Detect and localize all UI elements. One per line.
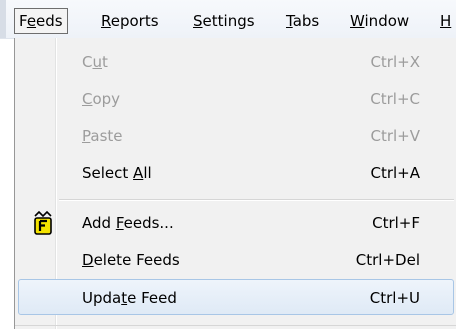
menu-tabs-post: abs (292, 12, 320, 30)
label-pre: Select (82, 164, 134, 182)
menu-item-copy[interactable]: Copy Ctrl+C (18, 81, 454, 117)
menu-feeds-post: eds (36, 12, 63, 30)
label-pre: Add (82, 214, 116, 232)
menu-bottom-edge (15, 325, 456, 330)
menu-help[interactable]: H (436, 9, 455, 33)
menu-item-shortcut: Ctrl+A (370, 164, 420, 182)
menu-item-label: Delete Feeds (82, 242, 180, 278)
menu-item-delete-feeds[interactable]: Delete Feeds Ctrl+Del (18, 242, 454, 278)
menu-separator (59, 199, 454, 201)
label-post: elete Feeds (93, 251, 180, 269)
feed-add-icon (34, 210, 52, 235)
menu-tabs-mnemonic: T (286, 12, 293, 30)
menu-window[interactable]: Window (346, 9, 413, 33)
menu-item-shortcut: Ctrl+F (372, 214, 420, 232)
menu-tabs[interactable]: Tabs (282, 9, 323, 33)
menu-item-label: Paste (82, 118, 123, 154)
label-mnemonic: F (115, 214, 124, 232)
menu-item-shortcut: Ctrl+C (370, 90, 420, 108)
menu-settings-mnemonic: S (193, 12, 203, 30)
label-mnemonic: u (92, 53, 102, 71)
label-post: e Feed (127, 289, 177, 307)
label-mnemonic: A (133, 164, 144, 182)
menu-reports-mnemonic: R (101, 12, 111, 30)
menu-reports[interactable]: Reports (97, 9, 163, 33)
menu-item-label: Cut (82, 44, 108, 80)
menu-settings-post: ettings (202, 12, 255, 30)
menu-feeds-pre: F (19, 12, 27, 30)
menu-help-mnemonic: H (440, 12, 452, 30)
menu-item-label: Add Feeds... (82, 205, 174, 241)
menu-item-shortcut: Ctrl+U (369, 289, 420, 307)
menu-item-select-all[interactable]: Select All Ctrl+A (18, 155, 454, 191)
menu-bar: Feeds Reports Settings Tabs Window H (0, 0, 456, 39)
menu-reports-post: eports (110, 12, 159, 30)
feeds-dropdown-menu: Cut Ctrl+X Copy Ctrl+C Paste Ctrl+V Sele… (14, 38, 456, 329)
label-post: opy (92, 90, 121, 108)
label-post: t (102, 53, 108, 71)
menu-feeds[interactable]: Feeds (14, 8, 68, 34)
menu-item-cut[interactable]: Cut Ctrl+X (18, 44, 454, 80)
menu-settings[interactable]: Settings (189, 9, 259, 33)
label-post: ll (143, 164, 152, 182)
label-mnemonic: D (82, 251, 94, 269)
label-post: eeds... (123, 214, 174, 232)
menu-feeds-mnemonic: e (26, 12, 37, 30)
label-pre: C (82, 53, 93, 71)
menu-item-shortcut: Ctrl+V (370, 127, 420, 145)
label-post: aste (90, 127, 123, 145)
menu-item-label: Copy (82, 81, 120, 117)
label-pre: Upda (82, 289, 122, 307)
menu-item-shortcut: Ctrl+Del (355, 251, 420, 269)
menu-item-paste[interactable]: Paste Ctrl+V (18, 118, 454, 154)
menu-item-update-feed[interactable]: Update Feed Ctrl+U (18, 279, 454, 315)
window-edge (0, 0, 6, 38)
menu-window-post: indow (364, 12, 410, 30)
menu-item-shortcut: Ctrl+X (370, 53, 420, 71)
menu-window-mnemonic: W (350, 12, 365, 30)
menu-item-label: Select All (82, 155, 152, 191)
menu-item-label: Update Feed (82, 280, 177, 316)
menu-item-add-feeds[interactable]: Add Feeds... Ctrl+F (18, 205, 454, 241)
label-mnemonic: C (82, 90, 93, 108)
